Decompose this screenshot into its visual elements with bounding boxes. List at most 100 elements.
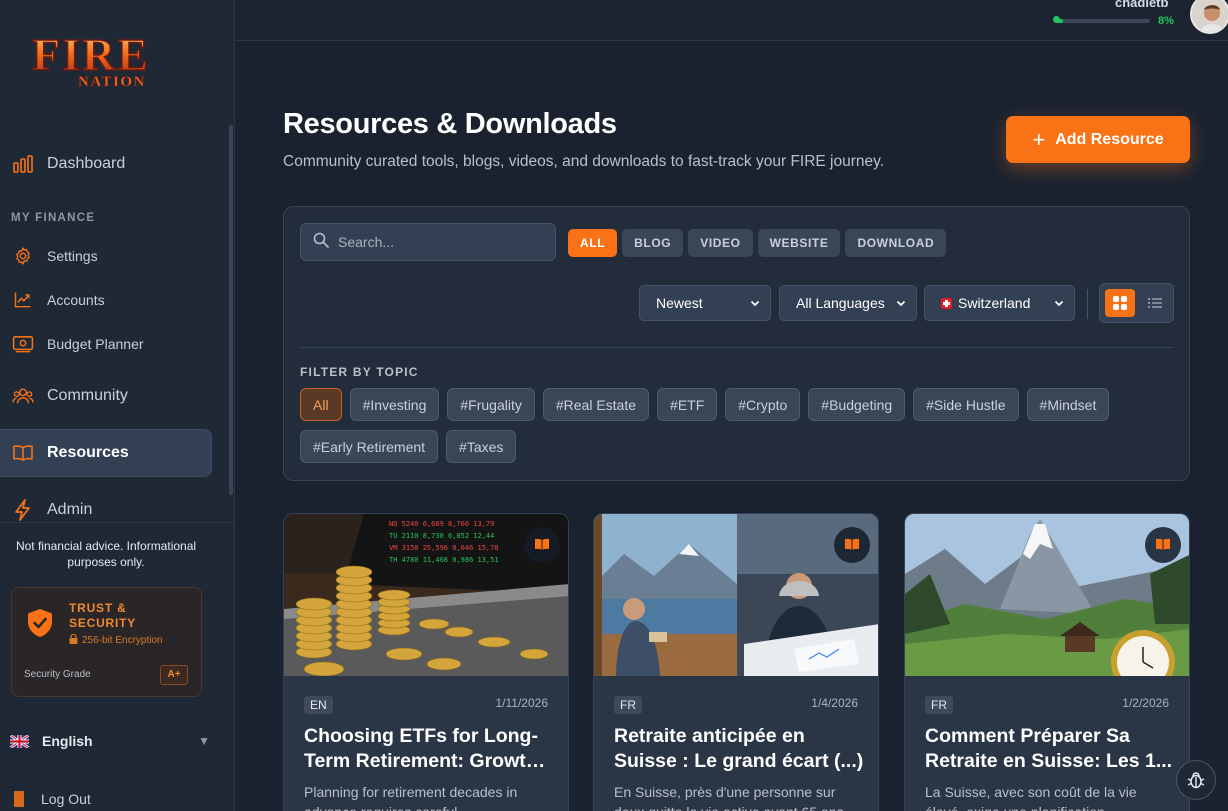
disclaimer-text: Not financial advice. Informational purp… bbox=[15, 539, 197, 569]
card-date: 1/4/2026 bbox=[811, 696, 858, 710]
encryption-text: 256-bit Encryption bbox=[82, 635, 163, 646]
fire-progress-bar bbox=[1055, 19, 1150, 23]
svg-text:NO 5240 6,689 8,760 13,7: NO 5240 6,689 8,760 13,79 bbox=[389, 520, 494, 528]
nav-settings-label: Settings bbox=[47, 248, 98, 264]
card-date: 1/2/2026 bbox=[1122, 696, 1169, 710]
type-tabs: ALL BLOG VIDEO WEBSITE DOWNLOAD bbox=[568, 229, 947, 257]
card-description: La Suisse, avec son coût de la vie élevé… bbox=[925, 784, 1137, 811]
language-filter-select[interactable]: All Languages bbox=[779, 285, 917, 321]
nav-community[interactable]: Community bbox=[0, 374, 212, 418]
username: chadietb bbox=[1115, 0, 1169, 10]
security-grade-badge: A+ bbox=[160, 665, 188, 685]
tab-blog[interactable]: BLOG bbox=[622, 229, 684, 257]
topic-chip-real-estate[interactable]: #Real Estate bbox=[542, 388, 650, 421]
wallet-icon bbox=[12, 333, 34, 355]
list-icon bbox=[1148, 298, 1162, 308]
search-box[interactable] bbox=[300, 223, 556, 261]
topic-chip-investing[interactable]: #Investing bbox=[349, 388, 440, 421]
trust-security-card: TRUST & SECURITY 256-bit Encryption Secu… bbox=[11, 587, 202, 697]
sort-select[interactable]: Newest bbox=[639, 285, 771, 321]
tab-all[interactable]: ALL bbox=[568, 229, 618, 257]
language-label: English bbox=[42, 733, 93, 749]
nav-admin[interactable]: Admin bbox=[0, 488, 212, 532]
card-description: En Suisse, près d'une personne sur deux … bbox=[614, 784, 844, 811]
nav-dashboard[interactable]: Dashboard bbox=[0, 142, 212, 186]
users-icon bbox=[12, 385, 34, 407]
nav-accounts-label: Accounts bbox=[47, 292, 105, 308]
topic-chip-crypto[interactable]: #Crypto bbox=[725, 388, 801, 421]
page-subtitle: Community curated tools, blogs, videos, … bbox=[283, 153, 885, 170]
chart-icon bbox=[12, 289, 34, 311]
resource-card[interactable]: FR 1/2/2026 Comment Préparer Sa Retraite… bbox=[904, 513, 1190, 811]
topic-chip-mindset[interactable]: #Mindset bbox=[1026, 388, 1110, 421]
swiss-flag-icon bbox=[941, 297, 952, 309]
book-icon bbox=[12, 442, 34, 464]
bug-report-button[interactable] bbox=[1176, 760, 1216, 800]
resource-card[interactable]: NO 5240 6,689 8,760 13,79 TU 2110 8,730 … bbox=[283, 513, 569, 811]
logo-text-nation: NATION bbox=[78, 74, 146, 90]
chevron-down-icon bbox=[896, 300, 906, 307]
nav-budget-planner[interactable]: Budget Planner bbox=[0, 322, 212, 366]
nav-admin-label: Admin bbox=[47, 501, 93, 518]
security-grade-label: Security Grade bbox=[24, 669, 91, 680]
svg-text:TU 2110 8,730 6,852 12,4: TU 2110 8,730 6,852 12,44 bbox=[389, 532, 494, 540]
sort-select-value: Newest bbox=[656, 295, 703, 311]
search-input[interactable] bbox=[338, 234, 538, 250]
topic-chip-side-hustle[interactable]: #Side Hustle bbox=[913, 388, 1019, 421]
tab-website[interactable]: WEBSITE bbox=[757, 229, 841, 257]
tab-video[interactable]: VIDEO bbox=[688, 229, 753, 257]
gear-icon bbox=[12, 245, 34, 267]
language-badge: FR bbox=[614, 696, 642, 714]
filter-panel: ALL BLOG VIDEO WEBSITE DOWNLOAD Newest A… bbox=[283, 206, 1190, 481]
topic-chip-taxes[interactable]: #Taxes bbox=[446, 430, 517, 463]
topic-chip-budgeting[interactable]: #Budgeting bbox=[808, 388, 906, 421]
book-icon bbox=[524, 527, 560, 563]
progress-dot bbox=[1053, 16, 1060, 23]
card-title[interactable]: Choosing ETFs for Long-Term Retirement: … bbox=[304, 724, 554, 774]
caret-down-icon: ▼ bbox=[198, 734, 210, 748]
card-description: Planning for retirement decades in advan… bbox=[304, 784, 518, 811]
logout-label: Log Out bbox=[41, 791, 91, 807]
topbar: chadietb 8% bbox=[235, 0, 1228, 41]
fire-nation-logo[interactable]: FIRE NATION bbox=[30, 26, 170, 96]
panel-divider bbox=[300, 347, 1173, 348]
topic-chip-etf[interactable]: #ETF bbox=[657, 388, 718, 421]
topic-chips: All #Investing #Frugality #Real Estate #… bbox=[300, 388, 1180, 463]
nav-settings[interactable]: Settings bbox=[0, 234, 212, 278]
avatar[interactable] bbox=[1190, 0, 1228, 34]
list-view-button[interactable] bbox=[1144, 293, 1166, 313]
country-filter-select[interactable]: Switzerland bbox=[924, 285, 1075, 321]
topic-chip-frugality[interactable]: #Frugality bbox=[447, 388, 535, 421]
tab-download[interactable]: DOWNLOAD bbox=[845, 229, 947, 257]
book-icon bbox=[834, 527, 870, 563]
topic-chip-all[interactable]: All bbox=[300, 388, 342, 421]
page-title: Resources & Downloads bbox=[283, 108, 617, 140]
add-resource-button[interactable]: + Add Resource bbox=[1006, 116, 1190, 163]
sidebar-divider bbox=[0, 522, 234, 523]
card-title[interactable]: Comment Préparer Sa Retraite en Suisse: … bbox=[925, 724, 1175, 774]
language-badge: EN bbox=[304, 696, 333, 714]
search-icon bbox=[313, 232, 329, 253]
add-resource-label: Add Resource bbox=[1055, 130, 1164, 148]
logout-button[interactable]: Log Out bbox=[12, 790, 91, 808]
card-title[interactable]: Retraite anticipée en Suisse : Le grand … bbox=[614, 724, 864, 774]
view-toggle bbox=[1099, 283, 1174, 323]
encryption-label: 256-bit Encryption bbox=[69, 633, 163, 647]
sidebar-scrollbar[interactable] bbox=[229, 125, 233, 495]
bar-chart-icon bbox=[12, 153, 34, 175]
door-icon bbox=[12, 790, 28, 808]
resource-card[interactable]: FR 1/4/2026 Retraite anticipée en Suisse… bbox=[593, 513, 879, 811]
topic-chip-early-retirement[interactable]: #Early Retirement bbox=[300, 430, 439, 463]
svg-text:TH 4780 11,408 0,986 13,5: TH 4780 11,408 0,986 13,51 bbox=[389, 556, 499, 564]
grid-icon bbox=[1113, 296, 1127, 310]
nav-resources[interactable]: Resources bbox=[0, 429, 212, 477]
toolbar-separator bbox=[1087, 289, 1088, 319]
nav-community-label: Community bbox=[47, 387, 128, 404]
language-selector[interactable]: English ▼ bbox=[9, 728, 210, 754]
sidebar: FIRE NATION Dashboard MY FINANCE Setting… bbox=[0, 0, 235, 811]
fire-progress-percent: 8% bbox=[1158, 15, 1174, 27]
book-icon bbox=[1145, 527, 1181, 563]
section-my-finance: MY FINANCE bbox=[11, 212, 96, 224]
nav-accounts[interactable]: Accounts bbox=[0, 278, 212, 322]
grid-view-button[interactable] bbox=[1105, 289, 1135, 317]
